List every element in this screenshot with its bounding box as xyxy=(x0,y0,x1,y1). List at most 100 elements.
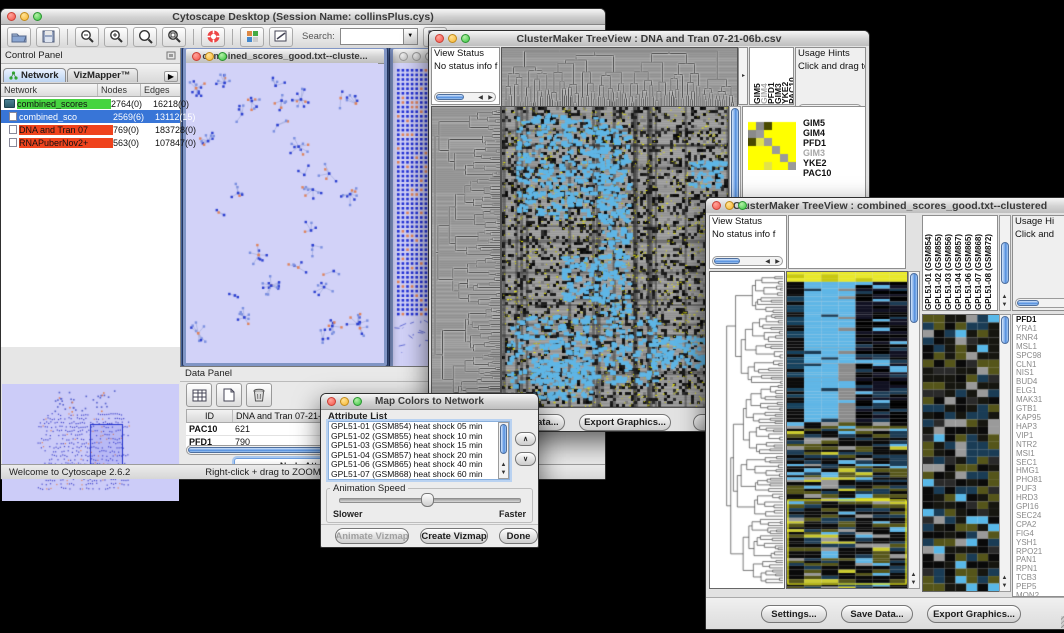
minimize-button[interactable] xyxy=(725,201,734,210)
tab-overflow-button[interactable]: ▶ xyxy=(164,71,178,82)
column-label[interactable]: GPL51-02 (GSM855) xyxy=(934,216,944,310)
gene-label[interactable]: NIS1 xyxy=(1016,369,1042,378)
gene-label[interactable]: PFD1 xyxy=(1016,316,1042,325)
column-header-network[interactable]: Network xyxy=(1,84,98,96)
scrollbar-thumb[interactable] xyxy=(910,273,918,323)
new-attribute-button[interactable] xyxy=(216,383,242,407)
main-heatmap-canvas[interactable] xyxy=(786,271,908,589)
delete-attribute-button[interactable] xyxy=(246,383,272,407)
scroll-right-arrow[interactable]: ▶ xyxy=(773,258,782,266)
column-header-edges[interactable]: Edges xyxy=(141,84,178,96)
gene-label[interactable]: HAP3 xyxy=(1016,423,1042,432)
scrollbar-thumb[interactable] xyxy=(1001,316,1009,344)
zoom-selected-button[interactable] xyxy=(162,27,186,47)
gene-label[interactable]: GIM3 xyxy=(803,148,831,158)
settings-button[interactable]: Settings... xyxy=(761,605,827,623)
scroll-down-arrow[interactable]: ▼ xyxy=(499,469,508,477)
search-dropdown-button[interactable]: ▼ xyxy=(404,28,418,45)
treeview2-title-bar[interactable]: ClusterMaker TreeView : combined_scores_… xyxy=(706,198,1064,214)
speed-slider-thumb[interactable] xyxy=(421,493,434,507)
column-label[interactable]: GPL51-03 (GSM856) xyxy=(944,216,954,310)
expand-arrow[interactable]: ▸ xyxy=(739,72,748,80)
window-controls[interactable] xyxy=(7,12,42,21)
search-combobox[interactable]: ▼ xyxy=(340,28,418,45)
column-dendrogram-area[interactable] xyxy=(788,215,906,269)
column-label[interactable]: GPL51-04 (GSM857) xyxy=(954,216,964,310)
select-attributes-button[interactable] xyxy=(186,383,212,407)
gene-label[interactable]: KAP95 xyxy=(1016,414,1042,423)
main-heatmap-canvas[interactable] xyxy=(501,106,729,408)
scrollbar-thumb[interactable] xyxy=(1001,242,1009,284)
save-button[interactable] xyxy=(36,27,60,47)
column-labels-vscrollbar[interactable]: ▲ ▼ xyxy=(999,215,1011,311)
zoom-vscrollbar[interactable]: ▲ ▼ xyxy=(999,314,1011,592)
column-label[interactable]: GPL51-08 (GSM872) xyxy=(984,216,994,310)
column-labels-panel[interactable]: GIM5GIM4PFD1GIM3YKE2PAC10 xyxy=(749,47,794,105)
gene-label-list[interactable]: GIM5GIM4PFD1GIM3YKE2PAC10 xyxy=(803,118,831,178)
gene-label[interactable]: PUF3 xyxy=(1016,485,1042,494)
gene-label[interactable]: FIG4 xyxy=(1016,530,1042,539)
zoom-in-button[interactable] xyxy=(104,27,128,47)
gene-label[interactable]: CLN1 xyxy=(1016,361,1042,370)
gene-label[interactable]: MSI1 xyxy=(1016,450,1042,459)
annotation-button[interactable] xyxy=(269,27,293,47)
column-label[interactable]: GPL51-06 (GSM865) xyxy=(964,216,974,310)
close-button[interactable] xyxy=(712,201,721,210)
network-window-title-bar[interactable]: combined_scores_good.txt--cluste... xyxy=(186,49,384,64)
window-controls[interactable] xyxy=(327,397,362,406)
scroll-left-arrow[interactable]: ◀ xyxy=(476,94,485,102)
gene-label[interactable]: TCB3 xyxy=(1016,574,1042,583)
scroll-down-arrow[interactable]: ▼ xyxy=(1000,301,1009,309)
scrollbar-thumb[interactable] xyxy=(714,258,740,264)
minimize-button[interactable] xyxy=(448,34,457,43)
gene-label[interactable]: ELG1 xyxy=(1016,387,1042,396)
scroll-up-arrow[interactable]: ▲ xyxy=(909,571,918,579)
column-label[interactable]: GIM5 xyxy=(752,48,759,104)
gene-label[interactable]: VIP1 xyxy=(1016,432,1042,441)
scrollbar-thumb[interactable] xyxy=(500,424,507,454)
close-button[interactable] xyxy=(192,52,201,61)
gene-label[interactable]: YKE2 xyxy=(803,158,831,168)
export-graphics-button[interactable]: Export Graphics... xyxy=(927,605,1021,623)
gene-label[interactable]: MSL1 xyxy=(1016,343,1042,352)
window-controls[interactable] xyxy=(192,52,227,61)
column-label[interactable]: GPL51-07 (GSM868) xyxy=(974,216,984,310)
close-button[interactable] xyxy=(7,12,16,21)
attribute-listbox[interactable]: GPL51-01 (GSM854) heat shock 05 minGPL51… xyxy=(328,421,510,480)
zoom-button[interactable] xyxy=(461,34,470,43)
gene-label[interactable]: NTR2 xyxy=(1016,441,1042,450)
close-button[interactable] xyxy=(435,34,444,43)
search-input[interactable] xyxy=(340,28,404,45)
main-title-bar[interactable]: Cytoscape Desktop (Session Name: collins… xyxy=(1,9,605,25)
done-button[interactable]: Done xyxy=(499,528,538,544)
gene-label[interactable]: PHO81 xyxy=(1016,476,1042,485)
gene-label[interactable]: PAN1 xyxy=(1016,556,1042,565)
network-list-row[interactable]: combined_scores2764(0)16218(0) xyxy=(1,97,180,110)
gene-label[interactable]: RNR4 xyxy=(1016,334,1042,343)
zoom-button[interactable] xyxy=(353,397,362,406)
gene-label[interactable]: SEC24 xyxy=(1016,512,1042,521)
gene-label[interactable]: YSH1 xyxy=(1016,539,1042,548)
scroll-down-arrow[interactable]: ▼ xyxy=(1000,582,1009,590)
gene-label[interactable]: RPN1 xyxy=(1016,565,1042,574)
gene-label[interactable]: CPA2 xyxy=(1016,521,1042,530)
usage-hints-hscrollbar[interactable] xyxy=(1015,298,1064,308)
tab-vizmapper[interactable]: VizMapper™ xyxy=(67,68,138,82)
scroll-left-arrow[interactable]: ◀ xyxy=(763,258,772,266)
gene-label[interactable]: HMG1 xyxy=(1016,467,1042,476)
minimize-button[interactable] xyxy=(340,397,349,406)
network-list-row[interactable]: DNA and Tran 07769(0)183728(0) xyxy=(1,123,180,136)
column-dendrogram-canvas[interactable] xyxy=(501,47,738,107)
save-data-button[interactable]: Save Data... xyxy=(841,605,913,623)
network-list-row[interactable]: combined_sco2569(6)13112(15) xyxy=(1,110,180,123)
column-labels-panel[interactable]: GPL51-01 (GSM854)GPL51-02 (GSM855)GPL51-… xyxy=(922,215,998,311)
minimize-button[interactable] xyxy=(205,52,214,61)
row-dendrogram-canvas[interactable] xyxy=(431,106,501,408)
column-label[interactable]: GIM3 xyxy=(773,48,780,104)
zoom-button[interactable] xyxy=(33,12,42,21)
create-vizmap-button[interactable]: Create Vizmap xyxy=(420,528,488,544)
column-label[interactable]: PFD1 xyxy=(766,48,773,104)
gene-label[interactable]: GIM5 xyxy=(803,118,831,128)
scroll-down-arrow[interactable]: ▼ xyxy=(909,579,918,587)
vizmapper-button[interactable] xyxy=(240,27,264,47)
